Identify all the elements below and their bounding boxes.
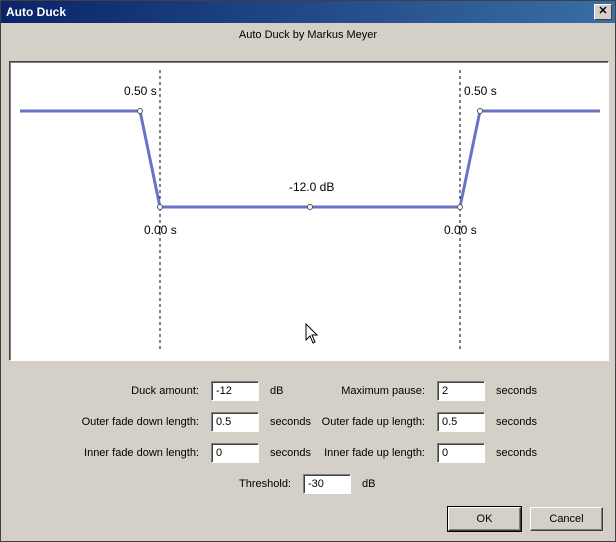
outer-fade-down-label-text: Outer fade down length: (81, 416, 199, 428)
threshold-unit: dB (362, 478, 376, 490)
auto-duck-dialog: Auto Duck ✕ Auto Duck by Markus Meyer 0.… (0, 0, 616, 542)
duck-amount-input[interactable]: -12 (211, 381, 259, 401)
duck-amount-unit: dB (270, 385, 284, 397)
outer-fade-down-unit: seconds (270, 416, 311, 428)
left-outer-handle[interactable] (137, 108, 143, 114)
max-pause-unit: seconds (496, 385, 537, 397)
envelope-svg (20, 70, 600, 352)
outer-fade-up-input[interactable]: 0.5 (437, 412, 485, 432)
mouse-cursor-icon (305, 323, 319, 344)
outer-fade-up-unit: seconds (496, 416, 537, 428)
left-inner-fade-label: 0.00 s (144, 223, 177, 237)
ok-button[interactable]: OK (447, 506, 522, 532)
title-bar[interactable]: Auto Duck ✕ (1, 1, 615, 23)
cancel-button[interactable]: Cancel (530, 507, 603, 531)
inner-fade-down-input[interactable]: 0 (211, 443, 259, 463)
inner-fade-up-input[interactable]: 0 (437, 443, 485, 463)
inner-fade-up-label-text: Inner fade up length: (324, 447, 425, 459)
duck-amount-label-text: Duck amount: (131, 385, 199, 397)
duck-amount-handle[interactable] (307, 204, 313, 210)
left-outer-fade-label: 0.50 s (124, 84, 157, 98)
right-inner-fade-label: 0.00 s (444, 223, 477, 237)
close-icon[interactable]: ✕ (594, 4, 612, 20)
outer-fade-up-label-text: Outer fade up length: (321, 416, 425, 428)
threshold-input[interactable]: -30 (303, 474, 351, 494)
window-title: Auto Duck (6, 5, 66, 19)
inner-fade-down-label-text: Inner fade down length: (84, 447, 199, 459)
duck-envelope-graph[interactable]: 0.50 s 0.50 s -12.0 dB 0.00 s 0.00 s (9, 61, 609, 361)
max-pause-input[interactable]: 2 (437, 381, 485, 401)
duck-amount-label: -12.0 dB (289, 180, 335, 194)
threshold-label-text: Threshold: (239, 478, 291, 490)
right-outer-handle[interactable] (477, 108, 483, 114)
inner-fade-up-unit: seconds (496, 447, 537, 459)
right-inner-handle[interactable] (457, 204, 463, 210)
inner-fade-down-unit: seconds (270, 447, 311, 459)
left-inner-handle[interactable] (157, 204, 163, 210)
max-pause-label-text: Maximum pause: (341, 385, 425, 397)
dialog-subtitle: Auto Duck by Markus Meyer (238, 29, 378, 41)
outer-fade-down-input[interactable]: 0.5 (211, 412, 259, 432)
right-outer-fade-label: 0.50 s (464, 84, 497, 98)
